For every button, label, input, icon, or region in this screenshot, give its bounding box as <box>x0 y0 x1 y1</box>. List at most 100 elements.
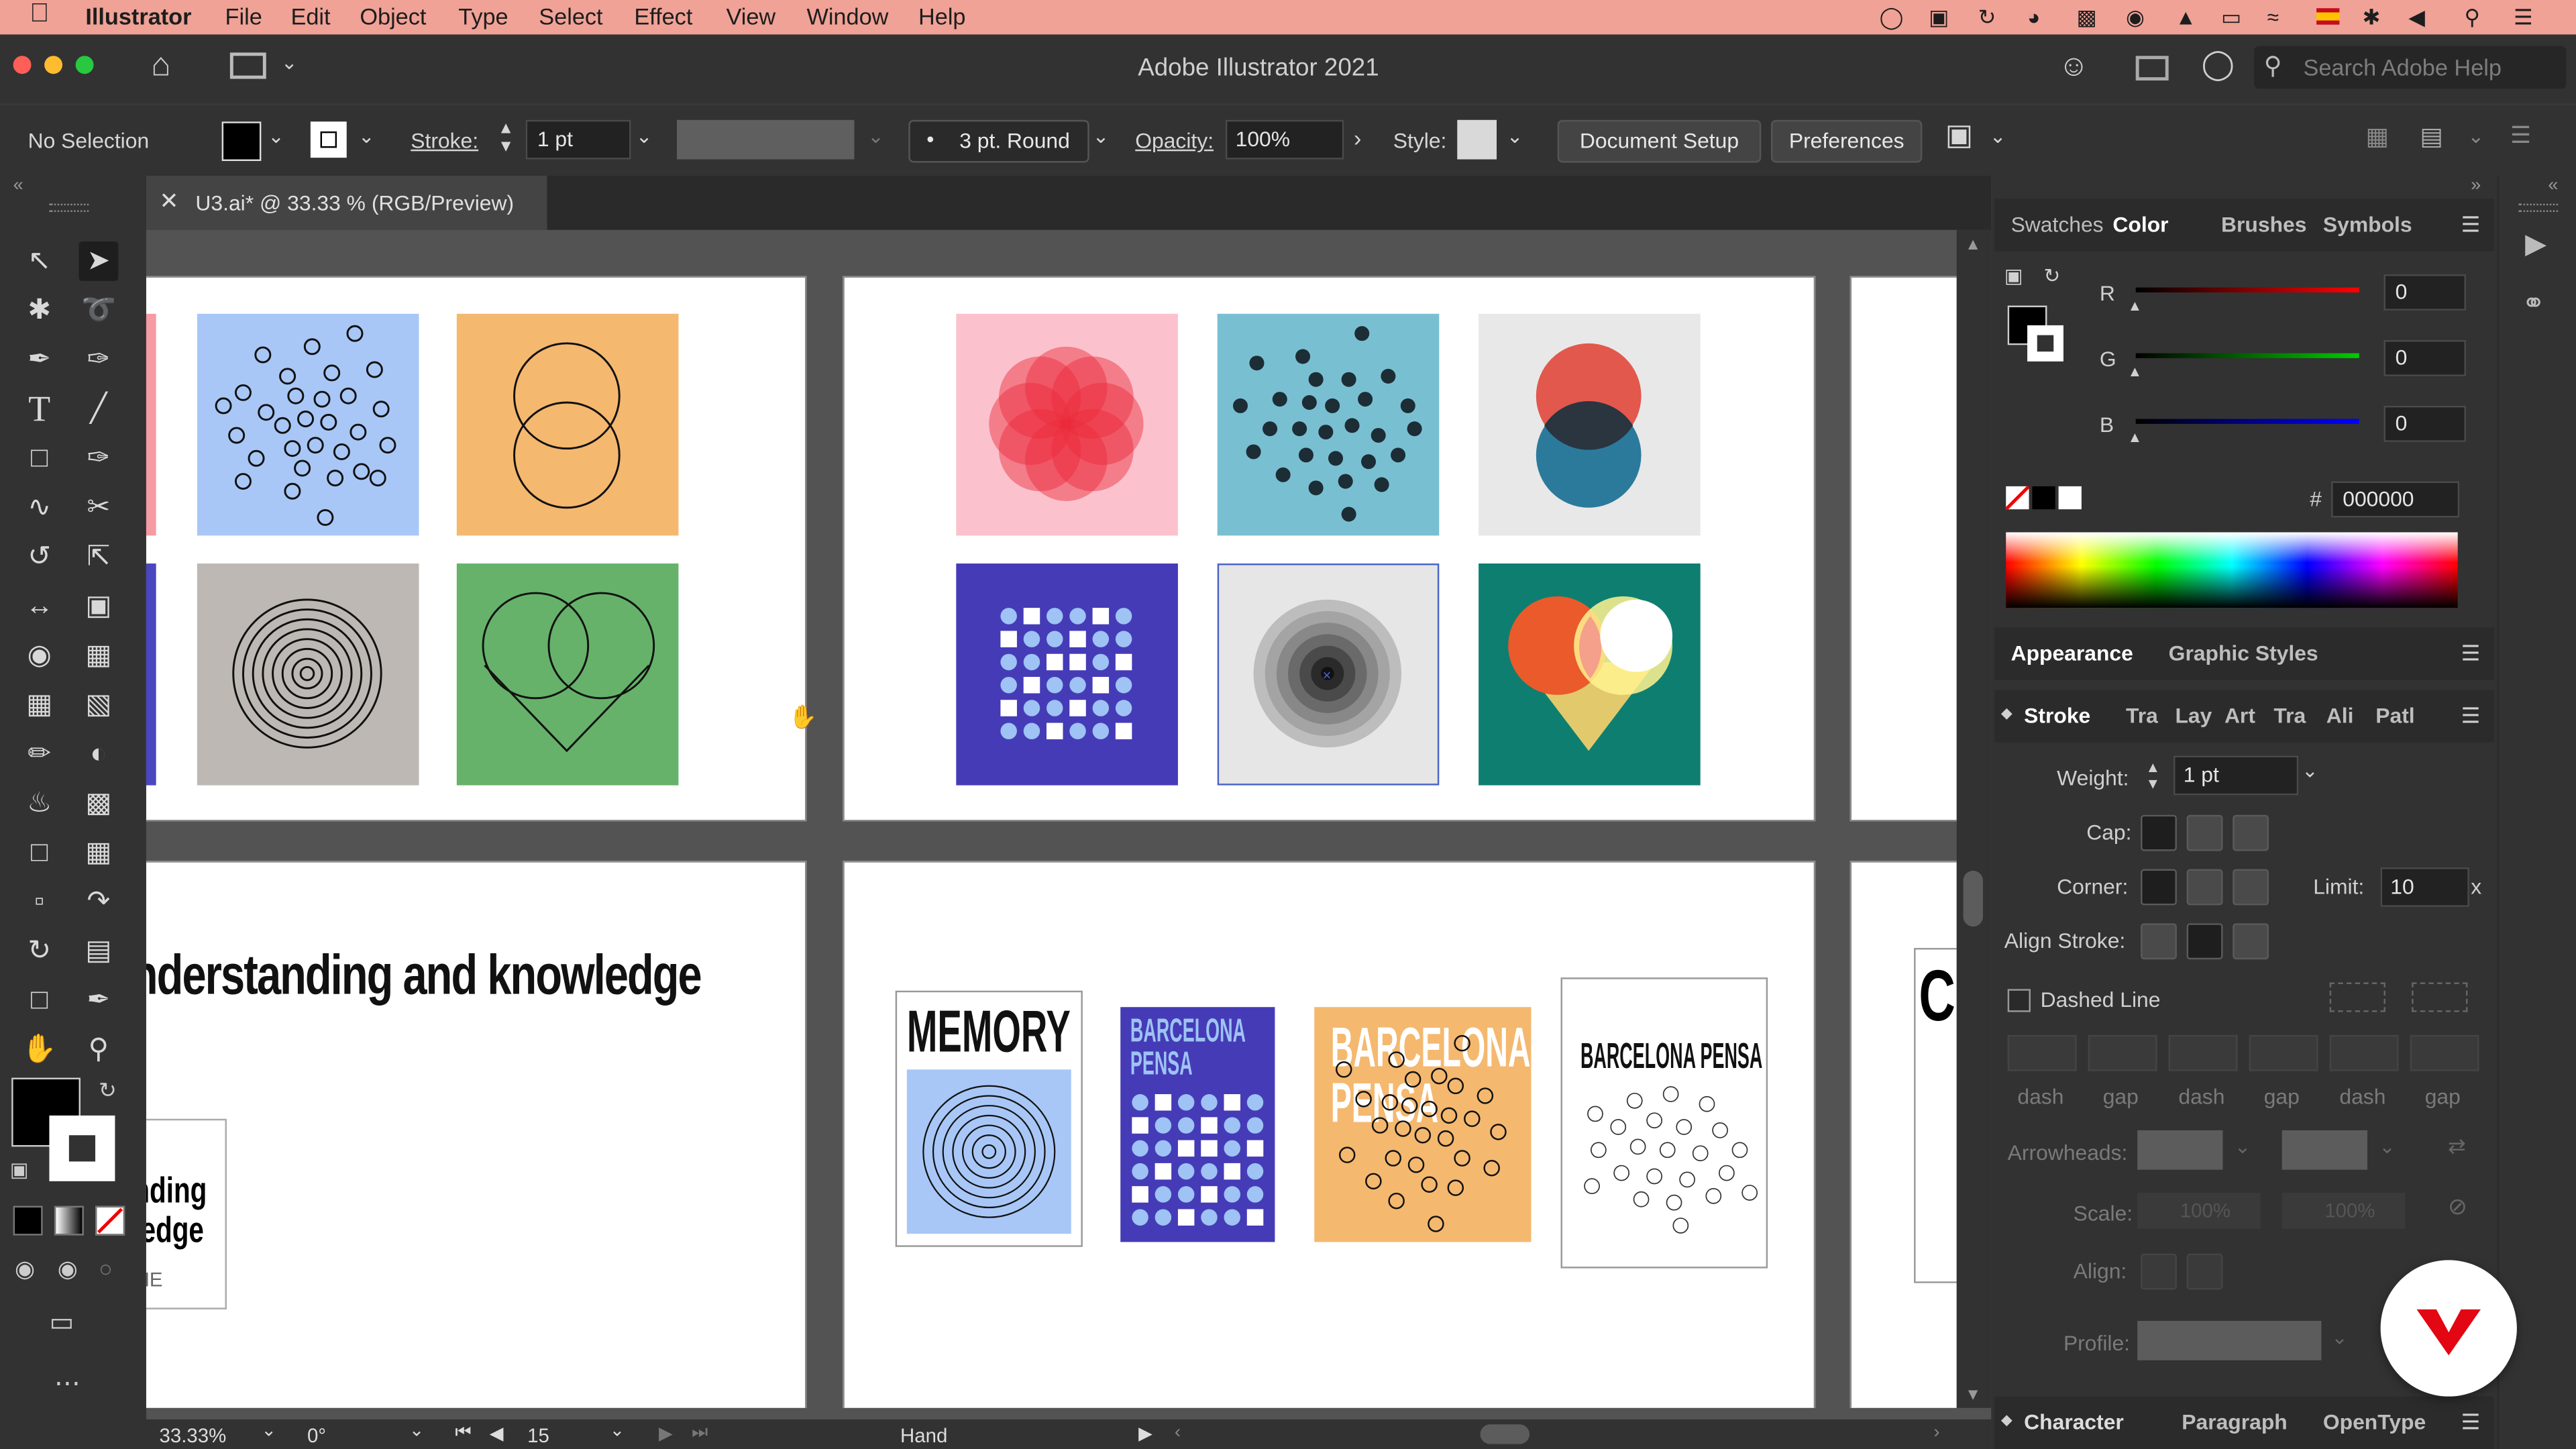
gray-target-square[interactable]: × <box>1217 564 1440 786</box>
b-value-field[interactable]: 0 <box>2383 405 2466 442</box>
pink-flower-square[interactable] <box>956 313 1178 536</box>
chevron-down-icon[interactable]: ⌄ <box>1507 125 1523 148</box>
type-tool-icon[interactable]: T <box>19 388 59 429</box>
scroll-up-icon[interactable]: ▲ <box>1965 237 1981 255</box>
chevron-right-icon[interactable]: › <box>1354 125 1361 151</box>
menu-help[interactable]: Help <box>918 3 966 30</box>
screen-mode-icon[interactable]: ▭ <box>49 1306 74 1339</box>
chevron-down-icon[interactable]: ⌄ <box>2379 1135 2396 1158</box>
shaper-tool-icon[interactable]: ∿ <box>19 488 59 527</box>
hex-field[interactable]: 000000 <box>2331 481 2460 518</box>
tab-align[interactable]: Ali <box>2326 703 2354 728</box>
arrange-panels-icon[interactable] <box>2135 56 2169 81</box>
gray-venn-square[interactable] <box>1479 313 1701 536</box>
rotate-view-tool-icon[interactable]: ↷ <box>79 882 119 922</box>
weight-field[interactable]: 1 pt <box>2174 755 2299 796</box>
shear-tool-icon[interactable]: ↻ <box>19 932 59 971</box>
round-join-button[interactable] <box>2186 869 2223 906</box>
white-swatch[interactable] <box>2058 486 2082 510</box>
menu-type[interactable]: Type <box>458 3 508 30</box>
dashed-line-checkbox[interactable] <box>2007 989 2031 1012</box>
chevron-down-icon[interactable]: ⌄ <box>2235 1135 2251 1158</box>
panel-menu-icon[interactable]: ☰ <box>2461 641 2481 667</box>
tab-stroke[interactable]: Stroke <box>2024 703 2090 728</box>
scissors-tool-icon[interactable]: ✂ <box>79 488 119 527</box>
chevron-down-icon[interactable]: ⌄ <box>2467 125 2484 148</box>
tab-transform[interactable]: Tra <box>2273 703 2306 728</box>
panel-menu-icon[interactable]: ☰ <box>2461 212 2481 238</box>
brush-definition[interactable]: • 3 pt. Round <box>908 119 1089 163</box>
toolbar-grip[interactable] <box>49 203 89 212</box>
chevron-down-icon[interactable]: ⌄ <box>867 125 884 148</box>
spotlight-search-icon[interactable]: ⚲ <box>2464 5 2479 31</box>
opacity-field[interactable]: 100% <box>1225 119 1344 160</box>
scale-tool-icon[interactable]: ⇱ <box>79 537 119 577</box>
bluetooth-icon[interactable]: ✱ <box>2363 5 2381 31</box>
partial-poster-card[interactable]: C <box>1914 948 1957 1283</box>
transform-icon[interactable]: ▤ <box>2420 121 2443 152</box>
dash-preset-1-icon[interactable] <box>2329 982 2385 1012</box>
color-spectrum[interactable] <box>2006 532 2458 608</box>
stroke-swatch[interactable] <box>310 121 347 158</box>
hscroll-left-icon[interactable]: ‹ <box>1175 1423 1181 1442</box>
draw-inside-icon[interactable]: ○ <box>99 1255 113 1281</box>
poster-barcelona-white[interactable]: BARCELONA PENSA <box>1560 977 1768 1269</box>
end-arrowhead-select[interactable] <box>2282 1130 2368 1170</box>
start-arrowhead-select[interactable] <box>2137 1130 2223 1170</box>
teal-dots-square[interactable] <box>1217 313 1440 536</box>
links-icon[interactable]: ⚭ <box>2522 288 2545 321</box>
tab-symbols[interactable]: Symbols <box>2323 212 2412 237</box>
scroll-thumb[interactable] <box>1963 870 1983 927</box>
artboard-tool-icon[interactable]: □ <box>19 833 59 873</box>
profile-select[interactable] <box>2137 1320 2322 1360</box>
scroll-down-icon[interactable]: ▼ <box>1965 1387 1981 1405</box>
fill-stroke-proxy-stroke[interactable] <box>2027 325 2063 362</box>
lasso-tool-icon[interactable]: ➰ <box>79 290 119 330</box>
magic-wand-tool-icon[interactable]: ✱ <box>19 290 59 330</box>
none-mode-icon[interactable] <box>95 1205 125 1236</box>
rectangle-tool-icon[interactable]: □ <box>19 439 59 478</box>
app-icon[interactable]: ▣ <box>1929 5 1949 31</box>
round-cap-button[interactable] <box>2186 814 2223 851</box>
headline-text[interactable]: nderstanding and knowledge <box>146 945 702 1009</box>
artboard-top-right-partial[interactable] <box>1849 276 1957 822</box>
gradient-tool-icon[interactable]: ▧ <box>79 685 119 724</box>
bevel-join-button[interactable] <box>2233 869 2269 906</box>
column-graph-tool-icon[interactable]: ▩ <box>79 784 119 823</box>
zoom-tool-icon[interactable]: ⚲ <box>79 1030 119 1070</box>
shape-builder-tool-icon[interactable]: ◉ <box>19 636 59 676</box>
poster-barcelona-indigo[interactable]: BARCELONA PENSA <box>1120 1007 1275 1242</box>
selection-tool-icon[interactable]: ↖ <box>19 241 59 281</box>
mesh-tool-icon[interactable]: ▦ <box>19 685 59 724</box>
default-fill-stroke-icon[interactable]: ▣ <box>10 1159 29 1181</box>
artboard-number[interactable]: 15 <box>527 1424 549 1447</box>
lightbulb-icon[interactable]: ◯ <box>2202 48 2235 82</box>
dash-field-2[interactable] <box>2168 1034 2238 1071</box>
fill-swatch[interactable] <box>221 121 262 162</box>
wifi-icon[interactable]: ≈ <box>2267 5 2279 30</box>
collapse-arrow-icon[interactable]: ◆ <box>2001 705 2012 723</box>
rotate-tool-icon[interactable]: ↺ <box>19 537 59 577</box>
tab-graphic-styles[interactable]: Graphic Styles <box>2169 641 2318 665</box>
rotation-value[interactable]: 0° <box>307 1424 326 1447</box>
select-similar-icon[interactable]: ▣ <box>1945 118 1974 152</box>
align-center-button[interactable] <box>2141 923 2177 960</box>
crop-tool-icon[interactable]: □ <box>19 981 59 1020</box>
user-account-icon[interactable]: ☺ <box>2059 49 2089 83</box>
menu-effect[interactable]: Effect <box>634 3 692 30</box>
green-heart-square[interactable] <box>456 564 679 786</box>
scale-field-1[interactable]: 100% <box>2137 1192 2261 1229</box>
link-scale-icon[interactable]: ⊘ <box>2448 1193 2467 1221</box>
next-artboard-icon[interactable]: ▶ <box>659 1423 673 1444</box>
gap-field-2[interactable] <box>2249 1034 2318 1071</box>
indigo-grid-square[interactable] <box>956 564 1178 786</box>
chevron-down-icon[interactable]: ⌄ <box>2331 1326 2348 1348</box>
stroke-weight-field[interactable]: 1 pt <box>525 119 631 160</box>
s-app-icon[interactable]: ▩ <box>2077 5 2097 31</box>
align-arrow-end-button[interactable] <box>2186 1253 2223 1290</box>
menu-view[interactable]: View <box>726 3 775 30</box>
blend-tool-icon[interactable]: ◐ <box>79 735 119 774</box>
symbol-sprayer-tool-icon[interactable]: ♨ <box>19 784 59 823</box>
g-slider[interactable] <box>2135 353 2359 358</box>
stroke-label[interactable]: Stroke: <box>411 128 478 153</box>
